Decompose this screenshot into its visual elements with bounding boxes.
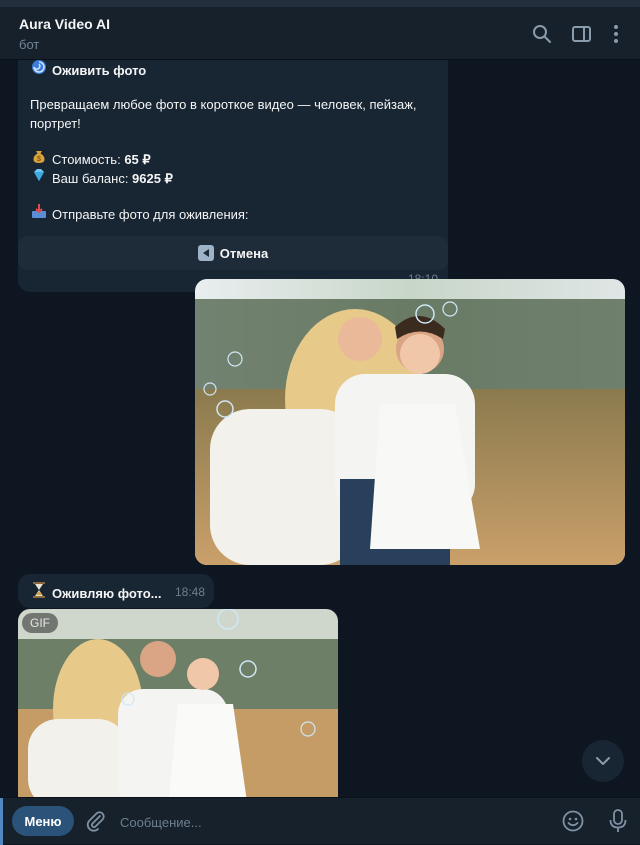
scroll-down-button[interactable] (582, 740, 624, 782)
chat-subtitle: бот (19, 37, 40, 52)
upload-prompt: Отправьте фото для оживления: (52, 207, 249, 222)
gif-badge: GIF (22, 613, 58, 633)
intro-title: Оживить фото (52, 63, 147, 78)
window-top-strip (0, 0, 640, 7)
status-time: 18:48 (175, 585, 206, 599)
back-arrow-icon (197, 245, 214, 261)
sidebar-toggle-icon[interactable] (571, 23, 593, 45)
gem-emoji (30, 167, 48, 188)
svg-text:$: $ (37, 156, 41, 163)
bot-menu-button[interactable]: Меню (12, 806, 74, 836)
status-text: Оживляю фото... (52, 586, 162, 601)
attach-icon[interactable] (84, 809, 108, 833)
status-message: Оживляю фото... 18:48 (18, 574, 214, 608)
microphone-icon[interactable] (606, 808, 630, 834)
cyclone-emoji (30, 60, 48, 80)
chevron-down-icon (596, 757, 610, 765)
family-photo-image (195, 279, 625, 565)
cost-label: Стоимость: (52, 152, 125, 167)
chat-title[interactable]: Aura Video AI (19, 16, 110, 32)
balance-label: Ваш баланс: (52, 171, 133, 186)
cancel-button[interactable]: Отмена (18, 236, 448, 270)
balance-value: 9625 ₽ (132, 171, 173, 186)
more-vertical-icon[interactable] (605, 23, 627, 45)
cancel-button-label: Отмена (219, 245, 269, 261)
money-bag-emoji: $ (30, 148, 48, 169)
intro-description: Превращаем любое фото в короткое видео —… (30, 97, 417, 131)
inbox-tray-emoji (30, 203, 48, 224)
message-input[interactable] (118, 806, 542, 838)
cost-value: 65 ₽ (124, 152, 151, 167)
chat-header: Aura Video AI бот (0, 7, 640, 60)
gif-message[interactable]: GIF (18, 609, 338, 797)
composer-accent-bar (0, 798, 3, 845)
sent-photo[interactable] (195, 279, 625, 565)
family-gif-image (18, 609, 338, 797)
hourglass-emoji (30, 582, 48, 603)
search-icon[interactable] (531, 23, 553, 45)
message-list[interactable]: Оживить фото Превращаем любое фото в кор… (0, 60, 640, 797)
emoji-icon[interactable] (561, 809, 585, 833)
message-composer: Меню (0, 797, 640, 845)
